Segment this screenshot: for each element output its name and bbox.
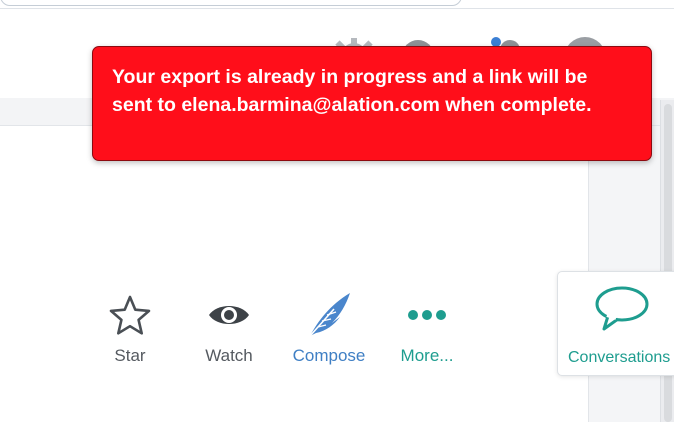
compose-label: Compose [292, 346, 366, 365]
more-button[interactable]: More... [382, 292, 472, 367]
eye-icon [184, 292, 274, 338]
star-label: Star [114, 346, 146, 365]
conversations-label: Conversations [568, 349, 671, 366]
more-label: More... [400, 346, 454, 365]
speech-bubble-icon [594, 285, 650, 338]
toast-message: Your export is already in progress and a… [112, 66, 592, 116]
star-button[interactable]: Star [85, 292, 175, 367]
watch-label: Watch [205, 346, 253, 365]
watch-button[interactable]: Watch [184, 292, 274, 367]
quill-feather-icon [284, 292, 374, 338]
conversations-button[interactable]: Conversations [557, 271, 674, 376]
more-dots-icon [382, 292, 472, 338]
catalog-page: Star Watch Compose More... Conversations… [0, 0, 674, 422]
header-divider [0, 8, 674, 9]
star-outline-icon [85, 292, 175, 338]
export-toast[interactable]: Your export is already in progress and a… [92, 46, 652, 161]
compose-button[interactable]: Compose [284, 292, 374, 367]
search-bar[interactable] [0, 0, 462, 6]
